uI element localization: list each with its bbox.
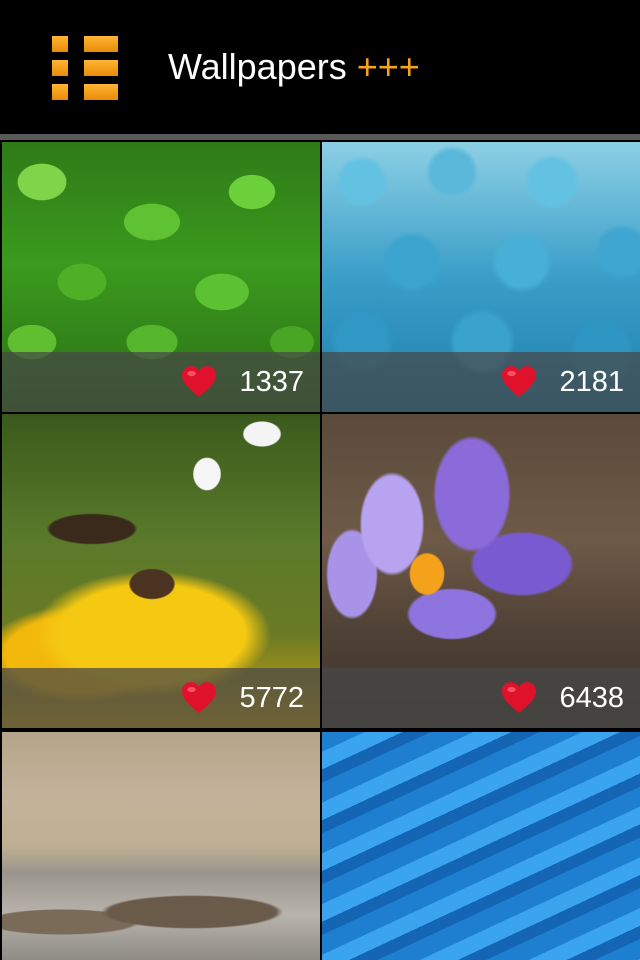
wallpaper-grid: 1337 2181 5772 6438 <box>0 140 640 960</box>
heart-icon[interactable] <box>182 366 216 398</box>
likes-count: 5772 <box>239 682 304 714</box>
wallpaper-thumbnail <box>322 732 640 960</box>
wallpaper-tile-lizard[interactable] <box>2 732 320 960</box>
likes-bar: 6438 <box>322 668 640 728</box>
likes-count: 2181 <box>559 366 624 398</box>
likes-bar: 5772 <box>2 668 320 728</box>
wallpaper-tile-crocus[interactable]: 6438 <box>322 414 640 728</box>
wallpaper-thumbnail <box>2 732 320 960</box>
app-title-accent: +++ <box>356 46 420 87</box>
wallpaper-tile-blue-fluff[interactable]: 2181 <box>322 142 640 412</box>
likes-bar: 2181 <box>322 352 640 412</box>
menu-grid-icon[interactable] <box>52 36 118 100</box>
wallpaper-tile-clover[interactable]: 1337 <box>2 142 320 412</box>
heart-icon[interactable] <box>502 682 536 714</box>
wallpaper-tile-rope[interactable] <box>322 732 640 960</box>
likes-bar: 1337 <box>2 352 320 412</box>
likes-count: 1337 <box>239 366 304 398</box>
app-title: Wallpapers +++ <box>168 44 420 90</box>
likes-count: 6438 <box>559 682 624 714</box>
heart-icon[interactable] <box>182 682 216 714</box>
app-title-text: Wallpapers <box>168 46 347 87</box>
app-screen: Wallpapers +++ 1337 2181 5772 6438 <box>0 0 640 960</box>
app-header: Wallpapers +++ <box>0 0 640 134</box>
wallpaper-tile-bee[interactable]: 5772 <box>2 414 320 728</box>
heart-icon[interactable] <box>502 366 536 398</box>
